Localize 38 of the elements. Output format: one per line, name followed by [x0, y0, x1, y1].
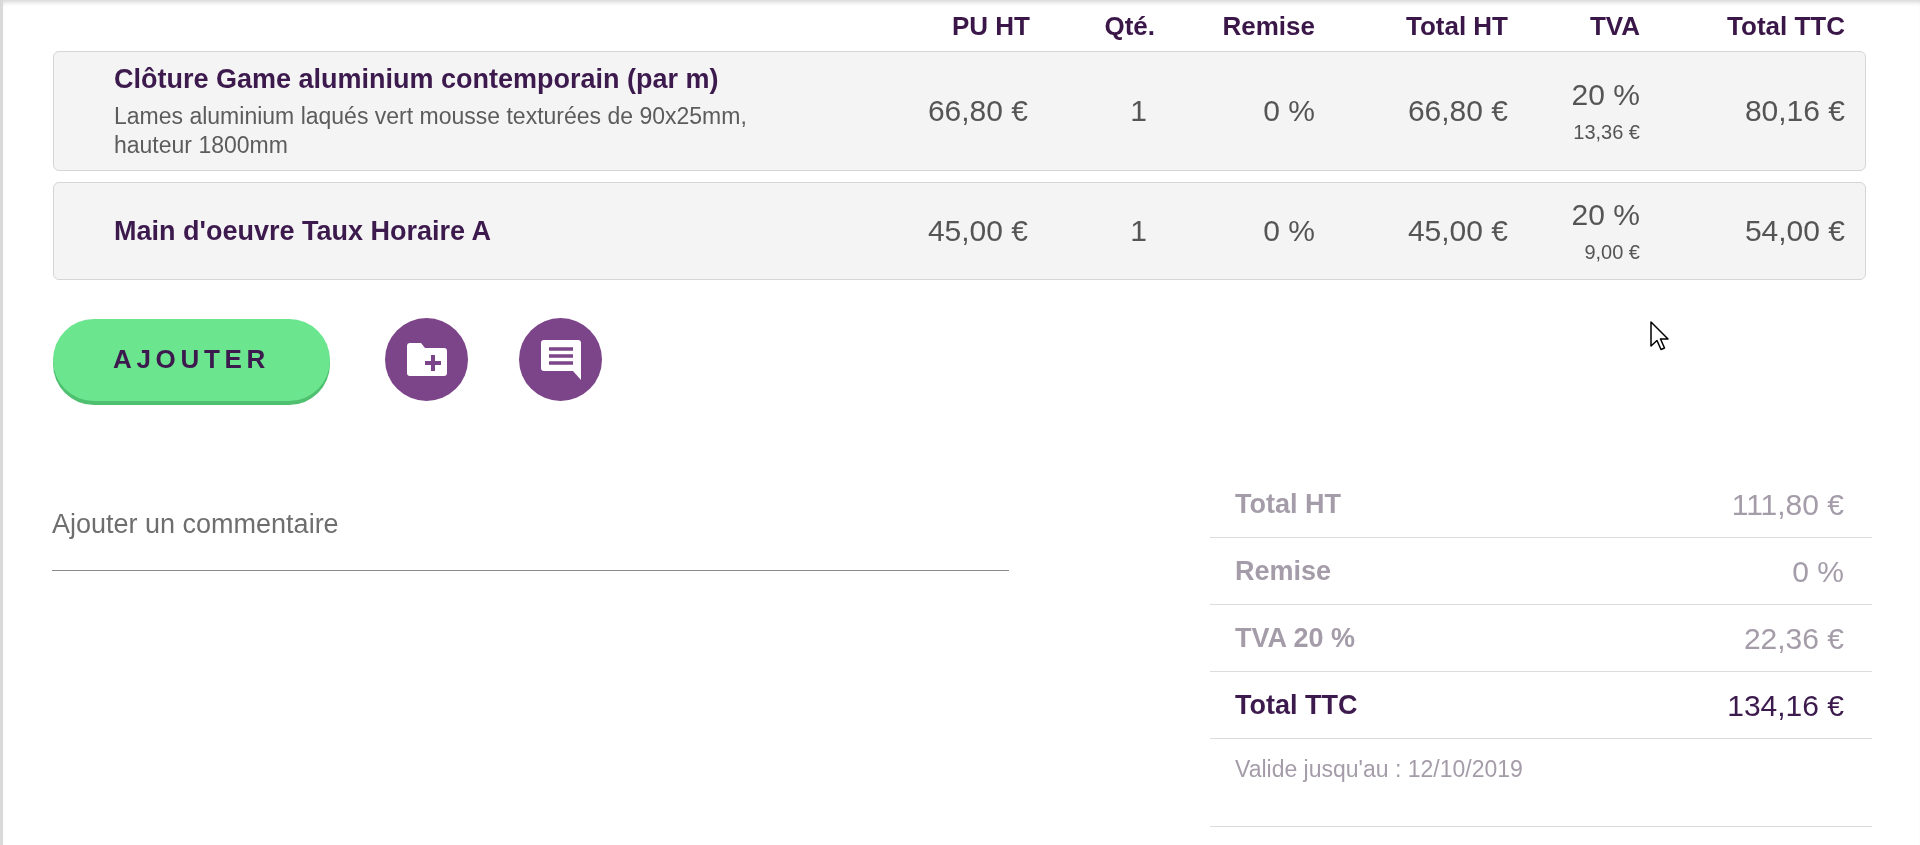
unit-price: 45,00 € [927, 213, 1028, 249]
vat-rate: 20 % [1571, 196, 1640, 233]
quantity: 1 [1130, 213, 1147, 249]
totals-label: Remise [1235, 554, 1332, 588]
column-header: Total HT [1405, 10, 1508, 43]
item-title: Clôture Game aluminium contemporain (par m) [114, 62, 720, 95]
comment-field[interactable]: Ajouter un commentaire [52, 503, 1009, 571]
unit-price: 66,80 € [927, 93, 1028, 129]
folder-plus-icon [406, 343, 447, 376]
comment-icon [540, 339, 581, 380]
totals-label: Total HT [1235, 487, 1341, 521]
column-header: Remise [1222, 10, 1315, 43]
total-excl-tax: 66,80 € [1407, 93, 1508, 129]
total-excl-tax: 45,00 € [1407, 213, 1508, 249]
totals-value: 22,36 € [1743, 620, 1844, 657]
total-incl-tax: 80,16 € [1744, 93, 1845, 129]
item-title: Main d'oeuvre Taux Horaire A [114, 215, 492, 247]
line-item-row[interactable]: Clôture Game aluminium contemporain (par m) Lames aluminium laqués vert mousse texturées de 90x25mm, hauteur 1800mm 66,80 € 1 0 % 66,80 € 20 % 13,36 € 80,16 € [53, 51, 1866, 171]
totals-label: Total TTC [1235, 688, 1358, 722]
validity-date: Valide jusqu'au : 12/10/2019 [1235, 756, 1523, 782]
item-description: Lames aluminium laqués vert mousse texturées de 90x25mm, hauteur 1800mm [114, 101, 748, 160]
column-header: TVA [1589, 10, 1640, 43]
quantity: 1 [1130, 93, 1147, 129]
totals-label: TVA 20 % [1235, 621, 1356, 655]
totals-value: 111,80 € [1731, 486, 1844, 523]
line-item-row[interactable]: Main d'oeuvre Taux Horaire A 45,00 € 1 0 % 45,00 € 20 % 9,00 € 54,00 € [53, 182, 1866, 280]
vat-amount: 9,00 € [1584, 239, 1640, 265]
column-header: PU HT [952, 10, 1030, 43]
vat-amount: 13,36 € [1573, 119, 1640, 145]
mouse-cursor-icon [1650, 321, 1669, 351]
total-incl-tax: 54,00 € [1744, 213, 1845, 249]
totals-value: 134,16 € [1727, 687, 1844, 724]
vat-rate: 20 % [1571, 76, 1640, 113]
discount: 0 % [1263, 213, 1315, 249]
column-header: Qté. [1104, 10, 1155, 43]
totals-value: 0 % [1792, 553, 1844, 590]
discount: 0 % [1263, 93, 1315, 129]
column-header: Total TTC [1727, 10, 1845, 43]
